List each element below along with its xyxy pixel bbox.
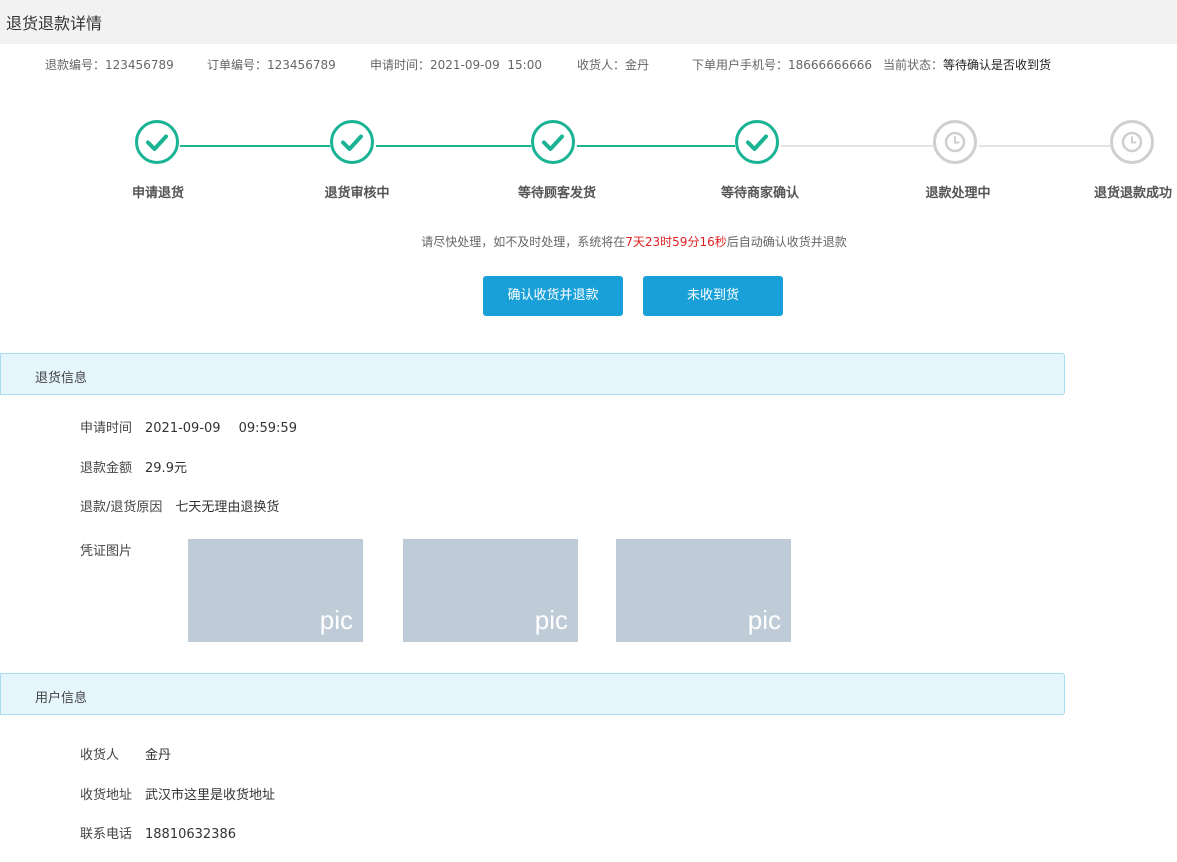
return-info-header: 退货信息 [0, 353, 1065, 395]
user-phone: 下单用户手机号：18666666666 [692, 56, 872, 73]
refund-reason-label: 退款/退货原因 [80, 500, 163, 515]
step-5-clock-icon [933, 120, 977, 164]
notice-prefix: 请尽快处理，如不及时处理，系统将在 [421, 235, 626, 249]
step-4-label: 等待商家确认 [720, 186, 800, 201]
step-2-check-icon [330, 120, 374, 164]
step-6-label: 退货退款成功 [1093, 186, 1173, 201]
refund-number-label: 退款编号： [45, 58, 106, 72]
apply-date-value: 2021-09-09 [145, 421, 221, 436]
proof-image-2[interactable]: pic [403, 539, 578, 642]
apply-time-value: 2021-09-09 15:00 [430, 58, 542, 72]
current-status: 当前状态：等待确认是否收到货 [883, 56, 1051, 73]
user-info-header: 用户信息 [0, 673, 1065, 715]
step-connector [577, 145, 735, 147]
address-label: 收货地址 [80, 788, 133, 803]
apply-time: 申请时间：2021-09-09 15:00 [370, 56, 542, 73]
contact-phone-label: 联系电话 [80, 827, 133, 842]
refund-number: 退款编号：123456789 [45, 56, 174, 73]
step-connector [180, 145, 330, 147]
page-header: 退货退款详情 [0, 0, 1177, 44]
apply-time-row: 申请时间 2021-09-09 09:59:59 [80, 417, 297, 436]
apply-time-label: 申请时间 [80, 421, 133, 436]
receiver: 收货人：金丹 [577, 56, 649, 73]
user-info-title: 用户信息 [35, 691, 88, 706]
refund-amount-label: 退款金额 [80, 461, 133, 476]
apply-clock-value: 09:59:59 [238, 421, 297, 436]
contact-phone-row: 联系电话 18810632386 [80, 823, 236, 842]
order-number: 订单编号：123456789 [207, 56, 336, 73]
address-row: 收货地址 武汉市这里是收货地址 [80, 784, 275, 803]
return-info-title: 退货信息 [35, 371, 88, 386]
order-number-value: 123456789 [267, 58, 336, 72]
step-3-check-icon [531, 120, 575, 164]
step-connector [979, 145, 1110, 147]
proof-image-3[interactable]: pic [616, 539, 791, 642]
notice-suffix: 后自动确认收货并退款 [726, 235, 847, 249]
step-connector [376, 145, 531, 147]
user-phone-label: 下单用户手机号： [692, 58, 789, 72]
refund-number-value: 123456789 [105, 58, 174, 72]
refund-amount-row: 退款金额 29.9元 [80, 457, 187, 476]
step-5-label: 退款处理中 [925, 186, 991, 201]
step-1-label: 申请退货 [131, 186, 185, 201]
step-2-label: 退货审核中 [324, 186, 390, 201]
page-title: 退货退款详情 [6, 14, 103, 33]
refund-amount-value: 29.9元 [145, 461, 187, 476]
receiver-value: 金丹 [145, 748, 172, 763]
address-value: 武汉市这里是收货地址 [145, 788, 276, 803]
refund-reason-value: 七天无理由退换货 [175, 500, 280, 515]
order-number-label: 订单编号： [207, 58, 268, 72]
receiver-label: 收货人： [577, 58, 626, 72]
step-connector [781, 145, 933, 147]
receiver-label: 收货人 [80, 748, 120, 763]
step-6-clock-icon [1110, 120, 1154, 164]
proof-images-label-text: 凭证图片 [80, 544, 133, 559]
receiver-value: 金丹 [625, 58, 650, 72]
proof-image-2-placeholder: pic [534, 605, 568, 635]
auto-confirm-notice: 请尽快处理，如不及时处理，系统将在7天23时59分16秒后自动确认收货并退款 [0, 233, 1177, 250]
confirm-receipt-refund-button[interactable]: 确认收货并退款 [483, 276, 623, 316]
proof-images-label: 凭证图片 [80, 540, 132, 559]
user-phone-value: 18666666666 [788, 58, 872, 72]
step-4-check-icon [735, 120, 779, 164]
contact-phone-value: 18810632386 [145, 827, 236, 842]
proof-image-3-placeholder: pic [747, 605, 781, 635]
step-1-check-icon [135, 120, 179, 164]
step-3-label: 等待顾客发货 [517, 186, 597, 201]
countdown-timer: 7天23时59分16秒 [625, 235, 727, 249]
current-status-value: 等待确认是否收到货 [943, 58, 1052, 72]
proof-image-1[interactable]: pic [188, 539, 363, 642]
apply-time-label: 申请时间： [370, 58, 431, 72]
receiver-row: 收货人 金丹 [80, 744, 171, 763]
not-received-button[interactable]: 未收到货 [643, 276, 783, 316]
refund-reason-row: 退款/退货原因 七天无理由退换货 [80, 496, 279, 515]
current-status-label: 当前状态： [883, 58, 944, 72]
proof-image-1-placeholder: pic [319, 605, 353, 635]
